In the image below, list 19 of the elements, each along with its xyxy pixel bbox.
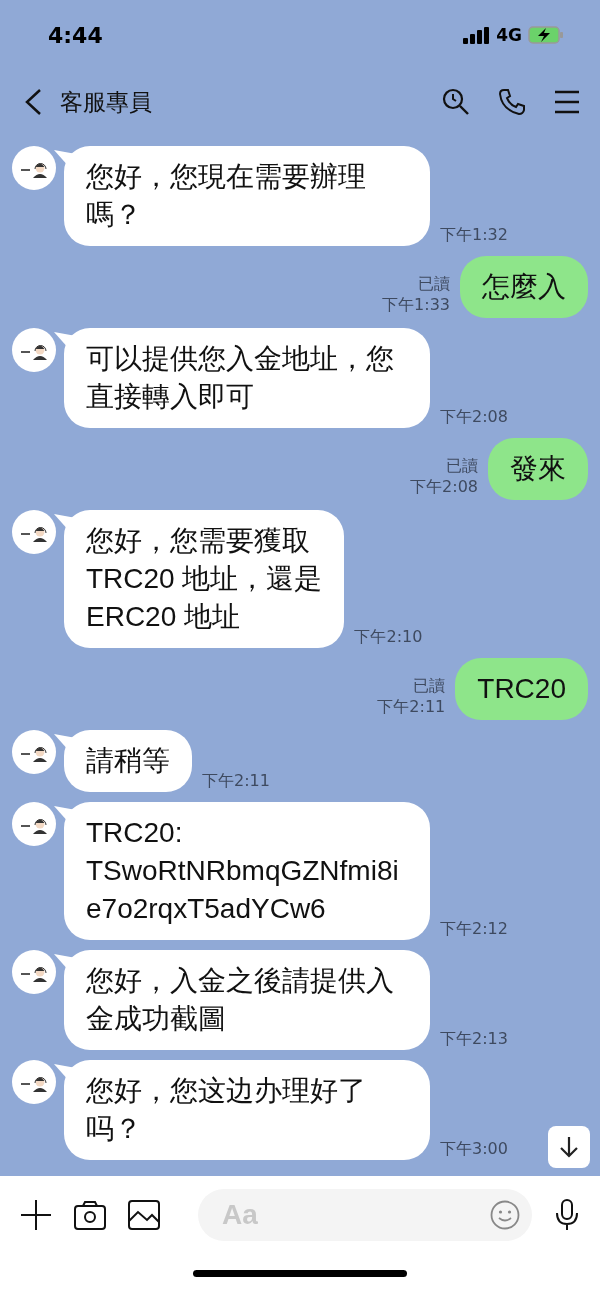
message-time: 下午2:08: [440, 407, 508, 428]
message-time: 下午2:08: [410, 477, 478, 498]
message-bubble: 怎麼入: [460, 256, 588, 318]
message-time: 下午1:33: [382, 295, 450, 316]
read-receipt: 已讀: [446, 456, 478, 477]
message-time: 下午2:11: [202, 771, 270, 792]
read-receipt: 已讀: [413, 676, 446, 697]
message-time: 下午2:11: [377, 697, 446, 718]
message-time: 下午1:32: [440, 225, 508, 246]
message-bubble: 發來: [488, 438, 588, 500]
message-time: 下午2:13: [440, 1029, 508, 1050]
message-time: 下午2:12: [440, 919, 508, 940]
message-time: 下午3:00: [440, 1139, 508, 1160]
message-time: 下午2:10: [354, 627, 423, 648]
status-time: 4:44: [48, 22, 103, 48]
network-type: 4G: [496, 25, 522, 45]
message-bubble: TRC20: [455, 658, 588, 720]
read-receipt: 已讀: [418, 274, 450, 295]
chat-title: 客服專員: [60, 87, 153, 117]
